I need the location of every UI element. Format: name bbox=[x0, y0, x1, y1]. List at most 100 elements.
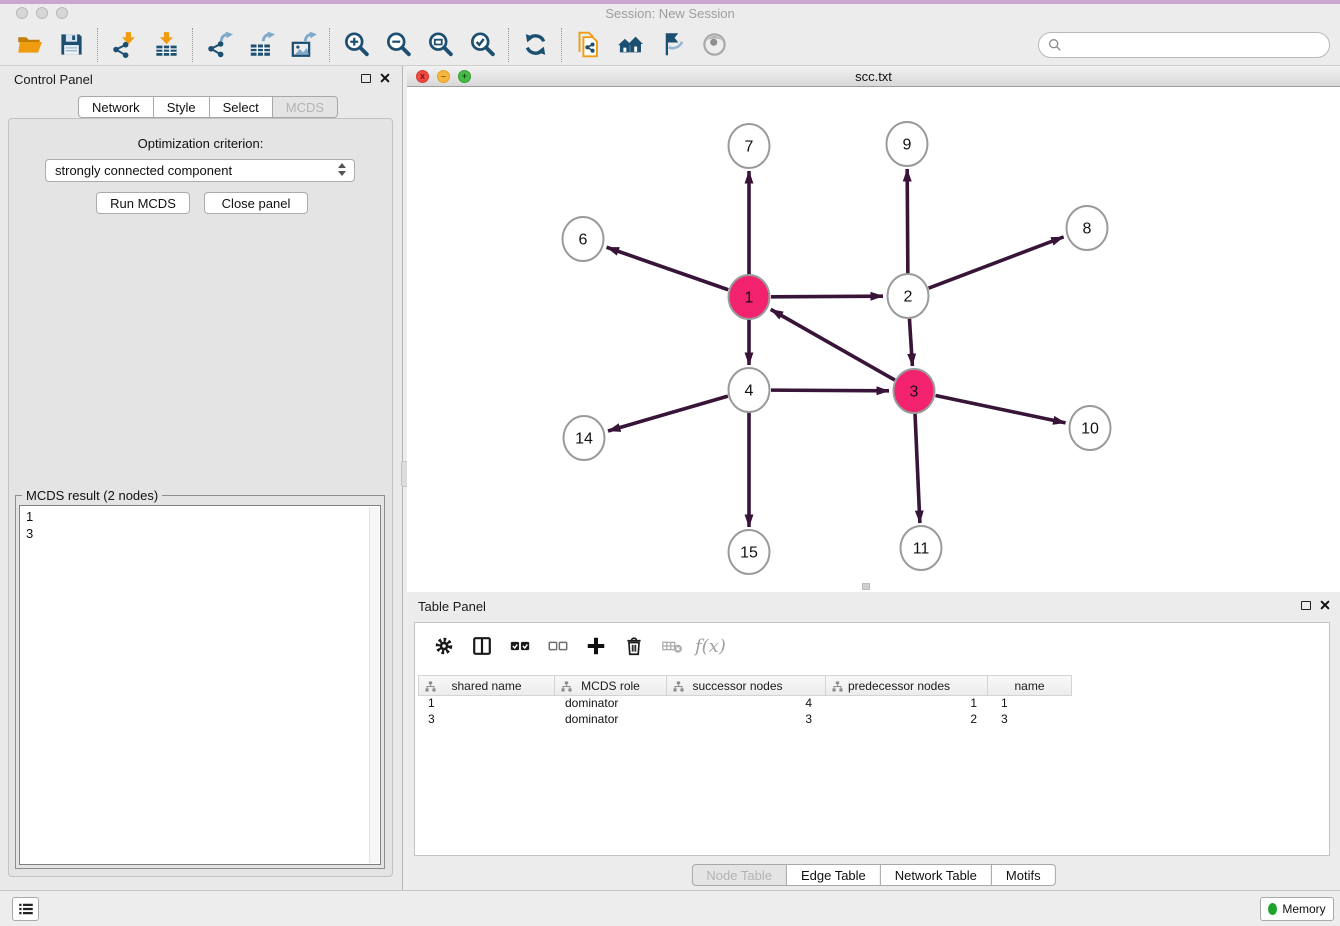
annotations-flag-button[interactable] bbox=[651, 26, 693, 64]
column-label: shared name bbox=[451, 679, 521, 693]
optimization-criterion-label: Optimization criterion: bbox=[9, 136, 392, 151]
criterion-select[interactable]: strongly connected component bbox=[45, 159, 355, 182]
table-row[interactable]: 1dominator411 bbox=[419, 696, 1329, 712]
graph-node-11[interactable]: 11 bbox=[901, 526, 942, 570]
zoom-out-button[interactable] bbox=[377, 26, 419, 64]
column-header-MCDS-role[interactable]: MCDS role bbox=[554, 675, 667, 696]
zoom-fit-button[interactable] bbox=[419, 26, 461, 64]
graph-node-6[interactable]: 6 bbox=[563, 217, 604, 261]
edge-4-14[interactable] bbox=[608, 396, 728, 431]
graphics-details-button[interactable] bbox=[693, 26, 735, 64]
edge-2-8[interactable] bbox=[929, 237, 1064, 288]
add-row-button[interactable] bbox=[577, 630, 615, 662]
open-session-button[interactable] bbox=[8, 26, 50, 64]
table-cell: 1 bbox=[419, 696, 556, 712]
save-session-icon bbox=[58, 31, 85, 58]
tab-motifs[interactable]: Motifs bbox=[991, 864, 1056, 886]
toolbar-separator bbox=[192, 28, 193, 62]
delete-row-button[interactable] bbox=[615, 630, 653, 662]
control-panel-title: Control Panel bbox=[14, 72, 93, 87]
export-image-button[interactable] bbox=[282, 26, 324, 64]
export-table-icon bbox=[248, 31, 275, 58]
result-scrollbar[interactable] bbox=[369, 507, 379, 863]
graph-node-2[interactable]: 2 bbox=[888, 274, 929, 318]
delete-column-button[interactable] bbox=[653, 630, 691, 662]
network-window-titlebar[interactable]: x – + scc.txt bbox=[407, 66, 1340, 87]
edge-1-6[interactable] bbox=[607, 247, 729, 289]
tab-style[interactable]: Style bbox=[153, 96, 210, 118]
show-columns-button[interactable] bbox=[463, 630, 501, 662]
import-table-button[interactable] bbox=[145, 26, 187, 64]
column-label: name bbox=[1014, 679, 1044, 693]
close-panel-button[interactable]: Close panel bbox=[204, 192, 308, 214]
column-header-successor-nodes[interactable]: successor nodes bbox=[666, 675, 826, 696]
edge-3-11[interactable] bbox=[915, 413, 920, 523]
export-network-button[interactable] bbox=[198, 26, 240, 64]
zoom-in-icon bbox=[343, 31, 370, 58]
main-titlebar: Session: New Session bbox=[0, 4, 1340, 24]
graph-node-14[interactable]: 14 bbox=[564, 416, 605, 460]
window-title: Session: New Session bbox=[0, 6, 1340, 21]
edge-2-3[interactable] bbox=[909, 318, 912, 366]
graph-node-15[interactable]: 15 bbox=[729, 530, 770, 574]
ndex-home-button[interactable] bbox=[609, 26, 651, 64]
graph-node-9[interactable]: 9 bbox=[887, 122, 928, 166]
edge-1-2[interactable] bbox=[771, 296, 883, 297]
select-all-checkboxes-icon bbox=[509, 635, 531, 657]
zoom-out-icon bbox=[385, 31, 412, 58]
table-cell: 2 bbox=[829, 712, 992, 728]
graph-node-3[interactable]: 3 bbox=[894, 369, 935, 413]
graph-node-10[interactable]: 10 bbox=[1070, 406, 1111, 450]
column-header-predecessor-nodes[interactable]: predecessor nodes bbox=[825, 675, 988, 696]
save-session-button[interactable] bbox=[50, 26, 92, 64]
tab-select[interactable]: Select bbox=[209, 96, 273, 118]
clear-all-checkboxes-button[interactable] bbox=[539, 630, 577, 662]
delete-row-icon bbox=[623, 635, 645, 657]
column-header-shared-name[interactable]: shared name bbox=[418, 675, 555, 696]
refresh-button[interactable] bbox=[514, 26, 556, 64]
graph-node-7[interactable]: 7 bbox=[729, 124, 770, 168]
zoom-in-button[interactable] bbox=[335, 26, 377, 64]
graph-node-4[interactable]: 4 bbox=[729, 368, 770, 412]
select-all-checkboxes-button[interactable] bbox=[501, 630, 539, 662]
export-table-button[interactable] bbox=[240, 26, 282, 64]
canvas-scroll-thumb[interactable] bbox=[862, 583, 870, 590]
table-panel-tabs: Node TableEdge TableNetwork TableMotifs bbox=[691, 864, 1055, 886]
network-canvas[interactable]: 7 9 6 8 1 2 4 3 14 10 15 11 bbox=[407, 87, 1340, 592]
edge-4-3[interactable] bbox=[771, 390, 889, 391]
graph-node-8[interactable]: 8 bbox=[1067, 206, 1108, 250]
memory-button[interactable]: Memory bbox=[1260, 897, 1334, 921]
mcds-result-textarea[interactable]: 1 3 bbox=[19, 505, 381, 865]
graph-node-1[interactable]: 1 bbox=[729, 275, 770, 319]
edge-3-10[interactable] bbox=[936, 396, 1066, 423]
tab-node-table[interactable]: Node Table bbox=[691, 864, 787, 886]
mcds-result-group: MCDS result (2 nodes) 1 3 bbox=[15, 495, 385, 869]
table-row[interactable]: 3dominator323 bbox=[419, 712, 1329, 728]
column-header-name[interactable]: name bbox=[987, 675, 1072, 696]
zoom-selected-button[interactable] bbox=[461, 26, 503, 64]
close-panel-icon[interactable] bbox=[380, 73, 390, 83]
tab-network[interactable]: Network bbox=[78, 96, 154, 118]
edge-2-9[interactable] bbox=[907, 169, 908, 274]
function-builder-icon[interactable]: f(x) bbox=[691, 636, 726, 657]
close-table-panel-icon[interactable] bbox=[1320, 600, 1330, 610]
network-window: x – + scc.txt 7 9 6 8 1 2 4 3 14 10 15 11 bbox=[407, 66, 1340, 592]
tab-mcds[interactable]: MCDS bbox=[272, 96, 338, 118]
import-network-button[interactable] bbox=[103, 26, 145, 64]
add-row-icon bbox=[585, 635, 607, 657]
delete-column-icon bbox=[661, 635, 683, 657]
new-network-from-selection-button[interactable] bbox=[567, 26, 609, 64]
tab-edge-table[interactable]: Edge Table bbox=[786, 864, 881, 886]
edge-3-1[interactable] bbox=[771, 309, 895, 380]
show-columns-icon bbox=[471, 635, 493, 657]
task-history-button[interactable] bbox=[12, 897, 39, 921]
toolbar-separator bbox=[329, 28, 330, 62]
search-input[interactable] bbox=[1068, 35, 1329, 55]
node-label: 15 bbox=[740, 545, 758, 562]
table-settings-button[interactable] bbox=[425, 630, 463, 662]
float-panel-icon[interactable] bbox=[361, 74, 371, 83]
run-mcds-button[interactable]: Run MCDS bbox=[96, 192, 190, 214]
float-table-panel-icon[interactable] bbox=[1301, 601, 1311, 610]
tab-network-table[interactable]: Network Table bbox=[880, 864, 992, 886]
column-label: successor nodes bbox=[692, 679, 782, 693]
